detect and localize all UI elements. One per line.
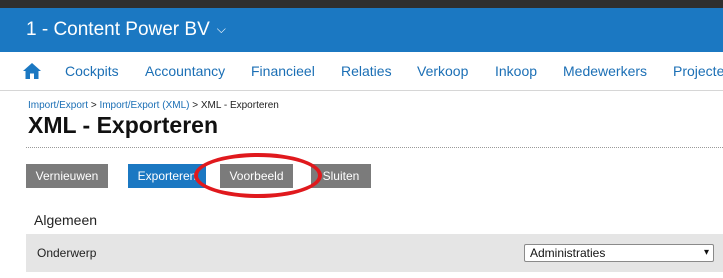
nav-item-projecten[interactable]: Projecten [673,52,723,90]
window-top-strip [0,0,723,8]
subject-select[interactable]: Administraties ▾ [524,244,714,262]
home-icon[interactable] [22,61,42,81]
nav-item-accountancy[interactable]: Accountancy [145,52,225,90]
refresh-button[interactable]: Vernieuwen [26,164,108,188]
nav-item-medewerkers[interactable]: Medewerkers [563,52,647,90]
breadcrumb-current: XML - Exporteren [200,100,279,111]
nav-item-relaties[interactable]: Relaties [341,52,392,90]
main-nav: Cockpits Accountancy Financieel Relaties… [0,52,723,91]
chevron-down-icon: ⌵ [216,22,226,36]
export-button[interactable]: Exporteren [128,164,206,188]
company-name: 1 - Content Power BV [26,19,210,40]
section-heading-algemeen: Algemeen [34,212,98,228]
form-row-onderwerp: Onderwerp Administraties ▾ [26,234,723,272]
chevron-down-icon: ▾ [703,247,709,258]
company-selector[interactable]: 1 - Content Power BV ⌵ [26,8,226,52]
close-button[interactable]: Sluiten [311,164,371,188]
breadcrumb: Import/Export > Import/Export (XML) > XM… [28,100,279,111]
subject-label: Onderwerp [37,246,97,260]
breadcrumb-import-export-xml[interactable]: Import/Export (XML) [99,100,189,111]
preview-button[interactable]: Voorbeeld [220,164,293,188]
subject-select-value: Administraties [530,246,606,260]
title-divider [26,147,723,148]
page-title: XML - Exporteren [28,112,218,138]
breadcrumb-import-export[interactable]: Import/Export [28,100,88,111]
breadcrumb-separator: > [90,100,97,111]
nav-item-verkoop[interactable]: Verkoop [417,52,468,90]
breadcrumb-separator: > [192,100,199,111]
nav-item-inkoop[interactable]: Inkoop [495,52,537,90]
nav-item-cockpits[interactable]: Cockpits [65,52,119,90]
nav-item-financieel[interactable]: Financieel [251,52,315,90]
